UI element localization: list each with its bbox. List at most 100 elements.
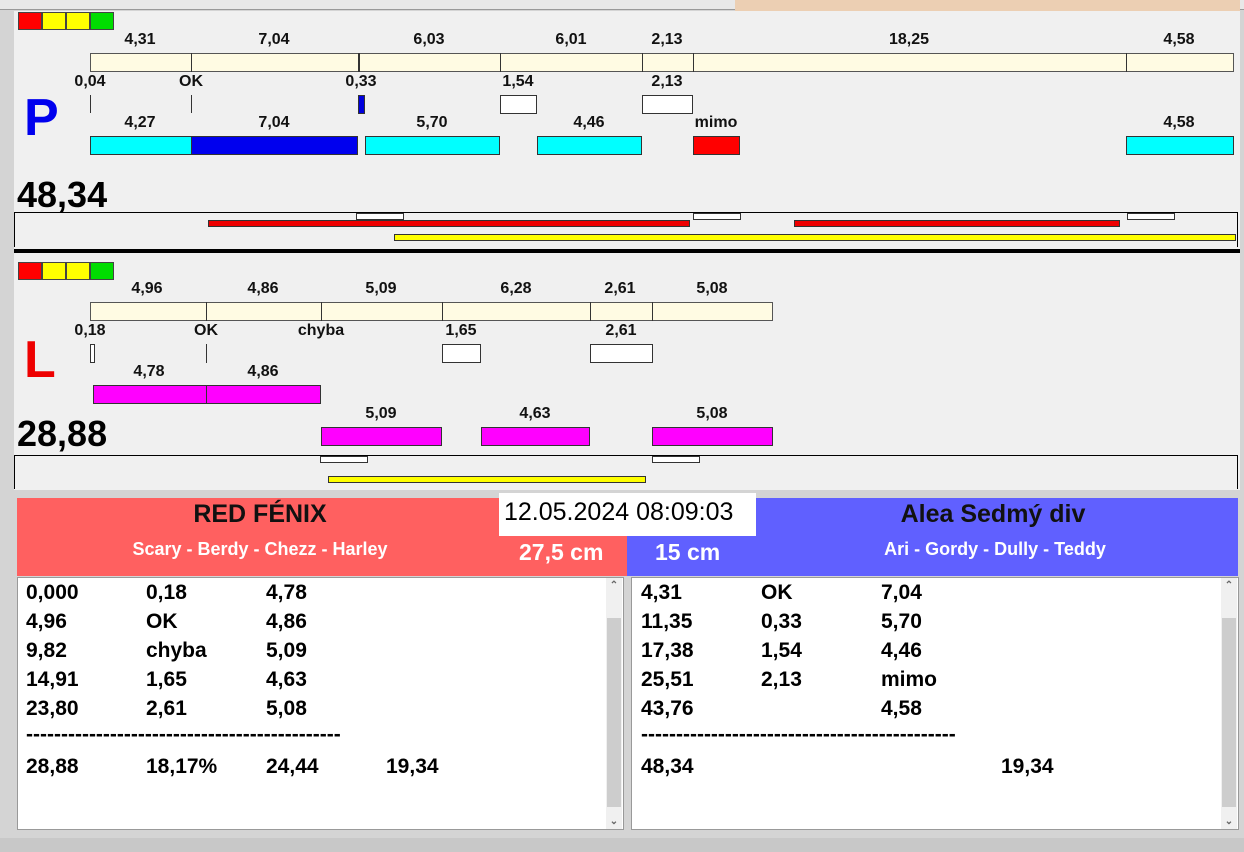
- scroll-down-icon[interactable]: ⌄: [1221, 816, 1237, 827]
- run-bar: [481, 427, 590, 446]
- segment-label: 2,13: [651, 31, 683, 48]
- run-label: 4,27: [124, 114, 156, 131]
- result-cell: 23,80: [26, 697, 79, 720]
- segment-divider: [206, 302, 207, 321]
- team-right-results[interactable]: ⌃ ⌄ 4,31 OK 7,04 11,35 0,33 5,70 17,38 1,54 4,46 2…: [631, 577, 1239, 830]
- team-left-members: Scary - Berdy - Chezz - Harley: [132, 539, 388, 559]
- run-bar: [206, 385, 321, 404]
- segment-label: 18,25: [888, 31, 930, 48]
- penalty-label: OK: [194, 322, 218, 339]
- result-cell: 5,08: [266, 697, 307, 720]
- timeline-mark: [320, 456, 368, 463]
- panel-letter-p: P: [24, 89, 59, 147]
- run-label: 5,09: [365, 405, 397, 422]
- run-bar: [693, 136, 740, 155]
- segment-divider: [693, 53, 694, 72]
- segment-divider: [442, 302, 443, 321]
- segment-label: 2,61: [604, 280, 636, 297]
- team-left-results[interactable]: ⌃ ⌄ 0,000 0,18 4,78 4,96 OK 4,86 9,82 chyba 5,09 1…: [17, 577, 624, 830]
- result-cell: mimo: [881, 668, 938, 691]
- timeline-l: [14, 455, 1238, 489]
- status-yellow: [66, 262, 90, 280]
- team-right-name: Alea Sedmý div: [900, 500, 1086, 528]
- segment-label: 5,08: [696, 280, 728, 297]
- segment-divider: [191, 53, 192, 72]
- total-p: 48,34: [17, 174, 108, 215]
- segment-bar: [90, 53, 1234, 72]
- result-cell: 5,09: [266, 639, 307, 662]
- result-cell: 5,70: [881, 610, 922, 633]
- total-cell: 18,17%: [146, 755, 218, 778]
- scroll-up-icon[interactable]: ⌃: [1221, 580, 1237, 591]
- team-left-name: RED FÉNIX: [193, 500, 327, 528]
- status-yellow: [42, 12, 66, 30]
- result-cell: 14,91: [26, 668, 79, 691]
- team-left-height: 27,5 cm: [519, 539, 604, 565]
- result-cell: 7,04: [881, 581, 922, 604]
- result-cell: 25,51: [641, 668, 694, 691]
- timeline-red: [794, 220, 1120, 227]
- penalty-mark: [90, 344, 95, 363]
- separator: ----------------------------------------…: [641, 723, 956, 746]
- penalty-label: 1,54: [502, 73, 534, 90]
- segment-label: 6,03: [413, 31, 445, 48]
- total-cell: 19,34: [386, 755, 439, 778]
- panel-letter-l: L: [24, 331, 56, 389]
- segment-label: 6,01: [555, 31, 587, 48]
- run-label: 7,04: [258, 114, 290, 131]
- segment-label: 4,96: [131, 280, 163, 297]
- segment-divider: [1126, 53, 1127, 72]
- result-cell: OK: [146, 610, 178, 633]
- result-cell: 0,33: [761, 610, 802, 633]
- run-label: 4,78: [133, 363, 165, 380]
- scroll-thumb[interactable]: [1222, 618, 1236, 807]
- timeline-mark: [652, 456, 700, 463]
- run-label: 4,63: [519, 405, 551, 422]
- status-yellow: [66, 12, 90, 30]
- run-label: 5,70: [416, 114, 448, 131]
- total-cell: 24,44: [266, 755, 319, 778]
- timeline-mark: [356, 213, 404, 220]
- datetime: 12.05.2024 08:09:03: [504, 498, 734, 526]
- run-bar: [537, 136, 642, 155]
- bottom-bar: [0, 838, 1244, 852]
- result-cell: 1,65: [146, 668, 187, 691]
- total-cell: 19,34: [1001, 755, 1054, 778]
- status-green: [90, 262, 114, 280]
- penalty-mark: [191, 95, 192, 113]
- result-cell: 4,86: [266, 610, 307, 633]
- scroll-up-icon[interactable]: ⌃: [606, 580, 622, 591]
- scrollbar[interactable]: ⌃ ⌄: [606, 578, 622, 829]
- scroll-down-icon[interactable]: ⌄: [606, 816, 622, 827]
- run-bar: [93, 385, 207, 404]
- segment-label: 4,31: [124, 31, 156, 48]
- status-red: [18, 12, 42, 30]
- penalty-label: 0,33: [345, 73, 377, 90]
- status-red: [18, 262, 42, 280]
- result-cell: 2,61: [146, 697, 187, 720]
- run-label: 4,86: [247, 363, 279, 380]
- scroll-thumb[interactable]: [607, 618, 621, 807]
- segment-divider: [500, 53, 501, 72]
- penalty-mark: [442, 344, 481, 363]
- separator: ----------------------------------------…: [26, 723, 341, 746]
- result-cell: 4,46: [881, 639, 922, 662]
- penalty-label: 2,13: [651, 73, 683, 90]
- run-label: mimo: [694, 114, 738, 131]
- penalty-mark: [500, 95, 537, 114]
- run-bar: [90, 136, 192, 155]
- scrollbar[interactable]: ⌃ ⌄: [1221, 578, 1237, 829]
- penalty-label: 1,65: [445, 322, 477, 339]
- result-cell: 0,18: [146, 581, 187, 604]
- run-bar: [652, 427, 773, 446]
- timeline-p: [14, 212, 1238, 247]
- segment-label: 7,04: [258, 31, 290, 48]
- segment-bar: [90, 302, 773, 321]
- timeline-mark: [693, 213, 741, 220]
- result-cell: 17,38: [641, 639, 694, 662]
- result-cell: 43,76: [641, 697, 694, 720]
- timeline-red: [208, 220, 690, 227]
- run-bar: [321, 427, 442, 446]
- result-cell: 4,96: [26, 610, 67, 633]
- status-green: [90, 12, 114, 30]
